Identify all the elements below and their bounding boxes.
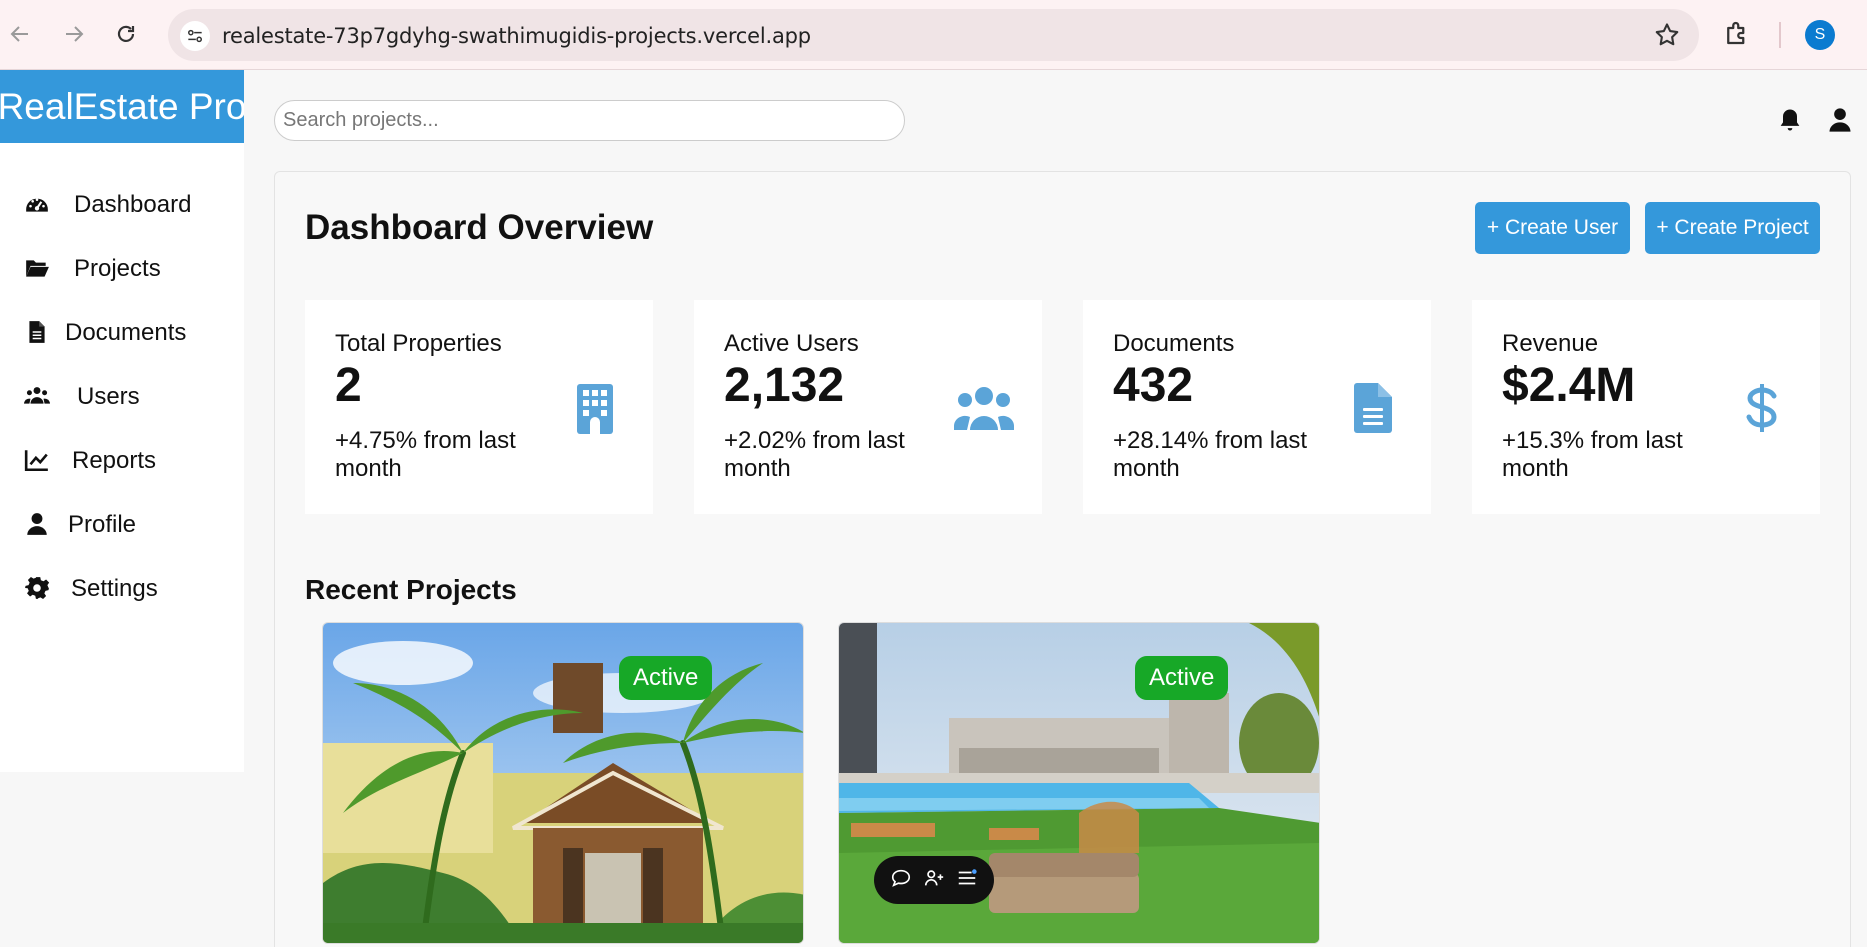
sidebar-item-label: Profile (68, 511, 137, 538)
user-icon[interactable] (1826, 106, 1854, 134)
reload-icon[interactable] (108, 16, 144, 52)
dollar-icon (1732, 382, 1792, 434)
sidebar-item-label: Projects (74, 255, 161, 282)
file-icon (22, 318, 52, 346)
stat-change: +4.75% from last month (335, 427, 516, 482)
project-photo-cottage (323, 623, 803, 943)
users-icon (22, 382, 52, 410)
stat-card-revenue: Revenue $2.4M +15.3% from last month (1472, 300, 1820, 514)
sidebar-item-dashboard[interactable]: Dashboard (0, 180, 244, 228)
create-user-button[interactable]: + Create User (1475, 202, 1630, 254)
page-title: Dashboard Overview (305, 208, 654, 247)
sidebar-item-settings[interactable]: Settings (0, 564, 244, 612)
address-bar[interactable]: realestate-73p7gdyhg-swathimugidis-proje… (168, 9, 1699, 61)
browser-toolbar: realestate-73p7gdyhg-swathimugidis-proje… (0, 0, 1867, 70)
line-chart-icon (22, 446, 52, 474)
bookmark-star-icon[interactable] (1653, 21, 1681, 49)
url-text[interactable]: realestate-73p7gdyhg-swathimugidis-proje… (222, 24, 811, 48)
users-icon (954, 382, 1014, 434)
status-badge: Active (619, 656, 713, 700)
recent-projects-title: Recent Projects (305, 574, 517, 605)
sidebar-item-projects[interactable]: Projects (0, 244, 244, 292)
stat-card-documents: Documents 432 +28.14% from last month (1083, 300, 1431, 514)
toolbar-divider (1779, 22, 1781, 48)
site-settings-icon[interactable] (180, 21, 210, 51)
gauge-icon (22, 190, 52, 218)
profile-avatar[interactable]: S (1805, 20, 1835, 50)
back-arrow-icon[interactable] (2, 16, 38, 52)
create-project-button[interactable]: + Create Project (1645, 202, 1820, 254)
user-icon (22, 510, 52, 538)
forward-arrow-icon[interactable] (56, 16, 92, 52)
brand-logo[interactable]: RealEstate Pro (0, 70, 244, 143)
sidebar-item-label: Settings (71, 575, 158, 602)
building-icon (565, 382, 625, 434)
stat-change: +2.02% from last month (724, 427, 905, 482)
stat-card-active-users: Active Users 2,132 +2.02% from last mont… (694, 300, 1042, 514)
sidebar: RealEstate Pro Dashboard Projects Docume… (0, 70, 244, 772)
stat-label: Active Users (724, 330, 859, 357)
stat-label: Documents (1113, 330, 1235, 357)
sidebar-item-documents[interactable]: Documents (0, 308, 244, 356)
sidebar-item-reports[interactable]: Reports (0, 436, 244, 484)
extensions-icon[interactable] (1722, 18, 1752, 48)
stat-value: $2.4M (1502, 359, 1636, 412)
comment-icon[interactable] (890, 867, 912, 894)
sidebar-item-label: Reports (72, 447, 157, 474)
stat-value: 2 (335, 359, 362, 412)
stat-label: Revenue (1502, 330, 1599, 357)
gear-icon (22, 574, 52, 602)
stat-change: +28.14% from last month (1113, 427, 1308, 482)
project-card[interactable]: Active (322, 622, 804, 944)
sidebar-item-label: Documents (65, 319, 187, 346)
folder-open-icon (22, 254, 52, 282)
stat-value: 432 (1113, 359, 1194, 412)
menu-icon[interactable] (956, 867, 978, 894)
sidebar-item-profile[interactable]: Profile (0, 500, 244, 548)
sidebar-item-users[interactable]: Users (0, 372, 244, 420)
status-badge: Active (1135, 656, 1229, 700)
search-input[interactable] (274, 100, 905, 141)
add-user-icon[interactable] (923, 867, 945, 894)
stat-label: Total Properties (335, 330, 502, 357)
floating-feedback-toolbar (874, 856, 994, 904)
bell-icon[interactable] (1776, 106, 1804, 134)
stat-value: 2,132 (724, 359, 845, 412)
stat-change: +15.3% from last month (1502, 427, 1683, 482)
sidebar-item-label: Users (77, 383, 140, 410)
sidebar-item-label: Dashboard (74, 191, 192, 218)
stat-card-total-properties: Total Properties 2 +4.75% from last mont… (305, 300, 653, 514)
file-lines-icon (1343, 382, 1403, 434)
